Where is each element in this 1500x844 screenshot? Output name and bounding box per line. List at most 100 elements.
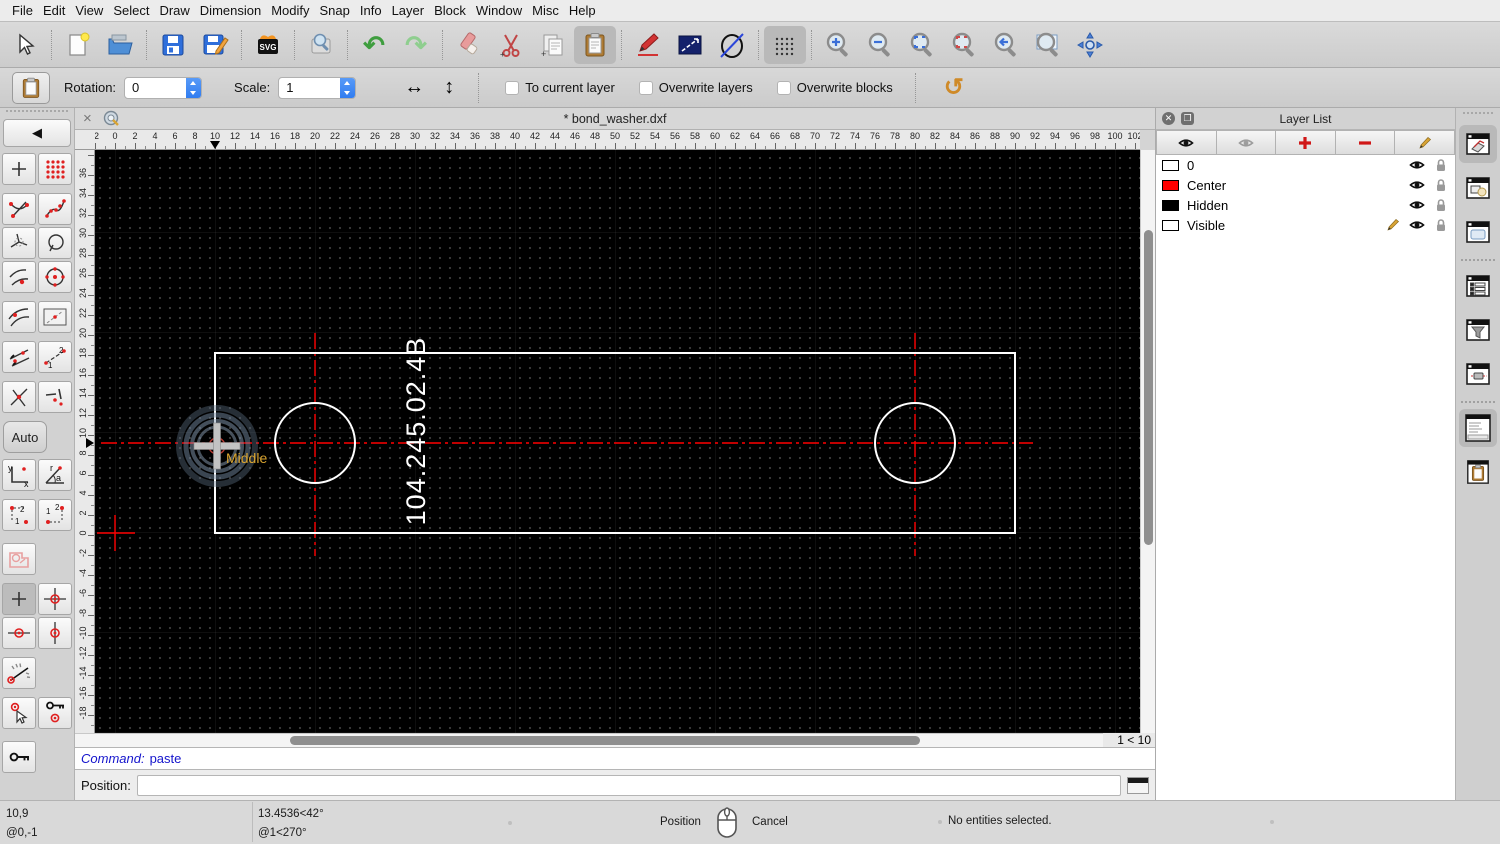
layer-row-center[interactable]: Center: [1156, 175, 1455, 195]
layer-row-visible[interactable]: Visible: [1156, 215, 1455, 235]
snap-grid-button[interactable]: [38, 153, 72, 185]
remove-layer-button[interactable]: [1335, 130, 1396, 155]
zoom-in-button[interactable]: [817, 26, 859, 64]
menu-select[interactable]: Select: [113, 3, 149, 18]
eye-icon[interactable]: [1409, 157, 1425, 173]
restrict-nothing-button[interactable]: [2, 583, 36, 615]
restrict-horizontal-button[interactable]: [2, 617, 36, 649]
paste-button[interactable]: [574, 25, 616, 64]
drawing-canvas[interactable]: 104.245.02.4B Middle: [95, 150, 1140, 733]
grid-toggle-button[interactable]: [764, 25, 806, 64]
filter-dock-button[interactable]: [1459, 311, 1497, 349]
lock-icon[interactable]: [1433, 157, 1449, 173]
layer-row-hidden[interactable]: Hidden: [1156, 195, 1455, 215]
undo-button[interactable]: ↶: [353, 26, 395, 64]
menu-file[interactable]: File: [12, 3, 33, 18]
layer-panel-float-button[interactable]: ❐: [1181, 112, 1194, 125]
snap-intersection-button[interactable]: [2, 381, 36, 413]
zoom-previous-button[interactable]: [943, 26, 985, 64]
scale-stepper[interactable]: [340, 77, 356, 98]
restrict-shape-button[interactable]: [2, 543, 36, 575]
menu-window[interactable]: Window: [476, 3, 522, 18]
overwrite-layers-checkbox[interactable]: Overwrite layers: [638, 80, 753, 95]
lock-icon[interactable]: [1433, 197, 1449, 213]
snap-distance-button[interactable]: 12: [38, 341, 72, 373]
menu-draw[interactable]: Draw: [159, 3, 189, 18]
snap-auto-mode-button[interactable]: Auto: [3, 421, 47, 453]
snap-middle-button[interactable]: [2, 261, 36, 293]
snap-reference-button[interactable]: [38, 301, 72, 333]
zoom-back-button[interactable]: [985, 26, 1027, 64]
save-as-button[interactable]: [194, 26, 236, 64]
menu-edit[interactable]: Edit: [43, 3, 65, 18]
layer-list-dock-button[interactable]: [1459, 125, 1497, 163]
menu-block[interactable]: Block: [434, 3, 466, 18]
cut-button[interactable]: +: [490, 26, 532, 64]
snap-circle-center-button[interactable]: [38, 261, 72, 293]
eye-icon[interactable]: [1409, 177, 1425, 193]
menu-view[interactable]: View: [75, 3, 103, 18]
pencil-icon[interactable]: [1385, 217, 1401, 233]
menu-help[interactable]: Help: [569, 3, 596, 18]
layer-panel-close-button[interactable]: ✕: [1162, 112, 1175, 125]
new-document-button[interactable]: [57, 26, 99, 64]
save-button[interactable]: [152, 26, 194, 64]
pen-palette-dock-button[interactable]: [1459, 355, 1497, 393]
horizontal-scrollbar-thumb[interactable]: [290, 736, 920, 745]
toolbar-handle[interactable]: [6, 110, 68, 117]
angle-gauge-button[interactable]: [2, 657, 36, 689]
back-button[interactable]: ◀: [3, 119, 71, 147]
open-file-button[interactable]: [99, 26, 141, 64]
line-attributes-button[interactable]: [669, 26, 711, 64]
print-preview-button[interactable]: [300, 26, 342, 64]
command-window-toggle-icon[interactable]: [1127, 776, 1149, 794]
order-points-a-button[interactable]: 12: [2, 499, 36, 531]
snap-auto-button[interactable]: [2, 341, 36, 373]
pen-button[interactable]: [627, 26, 669, 64]
menu-dimension[interactable]: Dimension: [200, 3, 261, 18]
overwrite-blocks-checkbox[interactable]: Overwrite blocks: [776, 80, 893, 95]
eye-icon[interactable]: [1409, 197, 1425, 213]
order-points-b-button[interactable]: 12: [38, 499, 72, 531]
eye-icon[interactable]: [1409, 217, 1425, 233]
rotation-input[interactable]: 0: [124, 76, 203, 99]
entity-list-dock-button[interactable]: [1459, 267, 1497, 305]
command-line[interactable]: Command: paste: [75, 747, 1155, 770]
flip-vertical-button[interactable]: ↕: [444, 76, 454, 99]
zoom-pan-button[interactable]: [1069, 26, 1111, 64]
snap-center-button[interactable]: [2, 227, 36, 259]
svg-export-button[interactable]: SVG: [247, 26, 289, 64]
vertical-scrollbar-thumb[interactable]: [1144, 230, 1153, 545]
scale-input[interactable]: 1: [278, 76, 357, 99]
snap-on-entity-button[interactable]: [38, 193, 72, 225]
snap-entity-loop-button[interactable]: [38, 227, 72, 259]
zoom-out-button[interactable]: [859, 26, 901, 64]
lock-icon[interactable]: [1433, 177, 1449, 193]
coord-cartesian-button[interactable]: yx: [2, 459, 36, 491]
command-widget-dock-button[interactable]: [1459, 409, 1497, 447]
select-reference-point-button[interactable]: [2, 697, 36, 729]
menu-layer[interactable]: Layer: [392, 3, 425, 18]
copy-button[interactable]: +: [532, 26, 574, 64]
to-current-layer-checkbox[interactable]: To current layer: [505, 80, 615, 95]
zoom-auto-button[interactable]: [901, 26, 943, 64]
layer-row-0[interactable]: 0: [1156, 155, 1455, 175]
flip-horizontal-button[interactable]: ↔: [404, 76, 424, 99]
add-layer-button[interactable]: [1276, 130, 1336, 155]
vertical-scrollbar[interactable]: [1140, 150, 1155, 733]
relative-zero-key-button[interactable]: [2, 741, 36, 773]
zoom-window-button[interactable]: [1027, 26, 1069, 64]
snap-tangent-button[interactable]: [2, 301, 36, 333]
snap-intersection-manual-button[interactable]: [38, 381, 72, 413]
snap-endpoint-button[interactable]: [2, 193, 36, 225]
tab-close-button[interactable]: ×: [83, 110, 97, 127]
clipboard-dock-button[interactable]: [1459, 453, 1497, 491]
redo-button[interactable]: ↷: [395, 26, 437, 64]
hide-all-layers-button[interactable]: [1216, 130, 1277, 155]
menu-misc[interactable]: Misc: [532, 3, 559, 18]
menu-modify[interactable]: Modify: [271, 3, 309, 18]
edit-layer-button[interactable]: [1395, 130, 1455, 155]
rotation-stepper[interactable]: [186, 77, 202, 98]
block-list-dock-button[interactable]: [1459, 169, 1497, 207]
draft-mode-button[interactable]: [711, 26, 753, 64]
